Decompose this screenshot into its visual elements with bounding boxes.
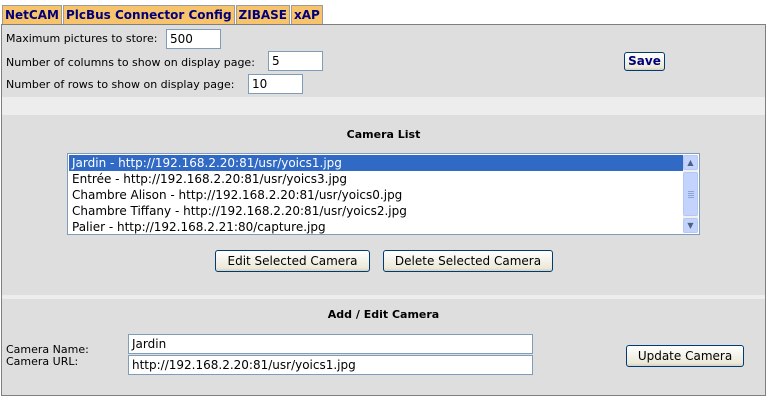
camera-list-item[interactable]: Chambre Alison - http://192.168.2.20:81/… [69, 187, 683, 203]
camera-list-item[interactable]: Jardin - http://192.168.2.20:81/usr/yoic… [69, 155, 683, 171]
camera-list-title: Camera List [346, 128, 421, 141]
rows-label: Number of rows to show on display page: [6, 78, 235, 91]
tab-xap[interactable]: xAP [290, 5, 323, 24]
update-camera-button[interactable]: Update Camera [626, 345, 744, 367]
scroll-grip-line [688, 195, 694, 196]
tab-netcam[interactable]: NetCAM [2, 5, 62, 24]
columns-row: Number of columns to show on display pag… [6, 56, 255, 69]
add-edit-camera-title: Add / Edit Camera [327, 308, 440, 321]
scroll-grip-line [688, 191, 694, 192]
tab-zibase[interactable]: ZIBASE [235, 5, 290, 24]
columns-label: Number of columns to show on display pag… [6, 56, 255, 69]
camera-list-item[interactable]: Chambre Tiffany - http://192.168.2.20:81… [69, 203, 683, 219]
max-pictures-input[interactable]: 500 [166, 29, 221, 49]
max-pictures-label: Maximum pictures to store: [6, 32, 158, 45]
save-button[interactable]: Save [624, 52, 665, 71]
scroll-grip-line [688, 197, 694, 198]
settings-section: Maximum pictures to store: 500 Number of… [2, 25, 765, 97]
camera-list-item[interactable]: Palier - http://192.168.2.21:80/capture.… [69, 219, 683, 234]
rows-row: Number of rows to show on display page: [6, 78, 234, 91]
camera-list-items: Jardin - http://192.168.2.20:81/usr/yoic… [69, 155, 683, 234]
camera-list-item[interactable]: Entrée - http://192.168.2.20:81/usr/yoic… [69, 171, 683, 187]
scroll-up-button[interactable]: ▲ [683, 155, 698, 170]
scroll-grip-line [688, 193, 694, 194]
camera-list-section: Camera List Jardin - http://192.168.2.20… [2, 115, 765, 295]
edit-selected-camera-button[interactable]: Edit Selected Camera [215, 250, 370, 272]
camera-url-input[interactable]: http://192.168.2.20:81/usr/yoics1.jpg [128, 355, 533, 375]
netcam-panel: Maximum pictures to store: 500 Number of… [1, 24, 766, 396]
tab-bar: NetCAM PlcBus Connector Config ZIBASE xA… [2, 5, 324, 24]
rows-input[interactable]: 10 [248, 74, 303, 94]
tab-plcbus-connector-config[interactable]: PlcBus Connector Config [62, 5, 235, 24]
camera-url-label: Camera URL: [6, 355, 79, 368]
scroll-down-button[interactable]: ▼ [683, 218, 698, 233]
camera-listbox[interactable]: Jardin - http://192.168.2.20:81/usr/yoic… [67, 153, 700, 235]
section-divider [2, 97, 765, 115]
add-edit-camera-section: Add / Edit Camera Camera Name: Jardin Ca… [2, 299, 765, 395]
max-pictures-row: Maximum pictures to store: [6, 32, 157, 45]
camera-list-scrollbar[interactable]: ▲ ▼ [683, 155, 698, 233]
delete-selected-camera-button[interactable]: Delete Selected Camera [383, 250, 553, 272]
camera-name-input[interactable]: Jardin [128, 334, 533, 354]
columns-input[interactable]: 5 [268, 51, 323, 71]
scroll-thumb[interactable] [683, 172, 698, 216]
